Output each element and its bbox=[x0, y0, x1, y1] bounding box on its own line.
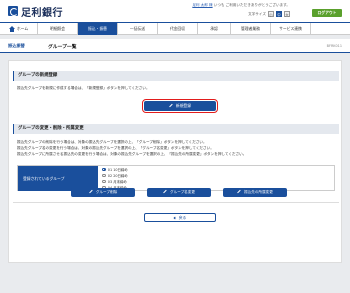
section-new-desc: 振込先グループを新規に作成する場合は、「新規登録」ボタンを押してください。 bbox=[17, 86, 150, 90]
nav-bulk-transmission[interactable]: 一括伝送 bbox=[118, 23, 158, 35]
section-edit-desc-2: 振込先グループ名の変更を行う場合は、対象の振込先グループを選択の上、「グループ名… bbox=[17, 146, 214, 150]
group-actions: グループ削除 グループ名変更 振込先の所属変更 bbox=[71, 188, 287, 197]
bank-name: 足利銀行 bbox=[21, 7, 63, 19]
breadcrumb: 振込振替 bbox=[8, 43, 25, 48]
global-nav: ホーム 明細照会 振込・振替 一括伝送 代金回収 承認 管理者業務 サービス連携 bbox=[0, 22, 350, 35]
pencil-icon bbox=[169, 104, 173, 108]
main-panel: グループの新規登録 振込先グループを新規に作成する場合は、「新規登録」ボタンを押… bbox=[8, 60, 342, 263]
nav-home[interactable]: ホーム bbox=[0, 23, 38, 35]
font-size-large[interactable]: 大 bbox=[284, 11, 290, 17]
section-edit-desc-3: 振込先グループに所属させる振込先の変更を行う場合は、対象の振込先グループを選択の… bbox=[17, 152, 247, 156]
chevron-left-icon bbox=[173, 216, 177, 220]
pencil-icon bbox=[163, 190, 167, 194]
trash-icon bbox=[88, 190, 93, 194]
screen-id: BFRK011 bbox=[326, 44, 342, 48]
header: 足利銀行 足利 太郎 様 いつも ご利用いただきありがとうございます。 文字サイ… bbox=[0, 0, 350, 22]
nav-admin[interactable]: 管理者業務 bbox=[231, 23, 271, 35]
new-registration-button[interactable]: 新規登録 bbox=[141, 98, 219, 114]
radio-icon[interactable] bbox=[102, 173, 106, 178]
bank-logo[interactable]: 足利銀行 bbox=[8, 4, 63, 19]
page-title: グループ一覧 bbox=[48, 45, 77, 50]
group-delete-button[interactable]: グループ削除 bbox=[71, 188, 135, 197]
radio-icon[interactable] bbox=[102, 167, 106, 172]
group-radio-1[interactable]: 01 10日締め bbox=[102, 167, 128, 172]
membership-change-button[interactable]: 振込先の所属変更 bbox=[223, 188, 287, 197]
section-new-heading: グループの新規登録 bbox=[13, 71, 339, 81]
group-radio-2[interactable]: 02 20日締め bbox=[102, 173, 128, 178]
nav-transfer[interactable]: 振込・振替 bbox=[78, 23, 118, 35]
radio-icon[interactable] bbox=[102, 179, 106, 184]
home-icon bbox=[8, 26, 15, 32]
group-radio-3[interactable]: 03 月末締め bbox=[102, 179, 127, 184]
nav-approval[interactable]: 承認 bbox=[198, 23, 231, 35]
user-name[interactable]: 足利 太郎 様 bbox=[192, 3, 212, 7]
nav-statements[interactable]: 明細照会 bbox=[38, 23, 78, 35]
logout-button[interactable]: ログアウト bbox=[312, 9, 342, 17]
nav-service-link[interactable]: サービス連携 bbox=[271, 23, 311, 35]
font-size-small[interactable]: 小 bbox=[268, 11, 274, 17]
bank-logo-icon bbox=[8, 6, 18, 16]
section-edit-desc-1: 振込先グループの削除を行う場合は、対象の振込先グループを選択の上、「グループ削除… bbox=[17, 140, 207, 144]
font-size-switcher: 文字サイズ 小 中 大 bbox=[248, 11, 290, 17]
pencil-icon bbox=[237, 190, 241, 194]
back-button[interactable]: 戻る bbox=[144, 213, 216, 222]
font-size-medium[interactable]: 中 bbox=[276, 11, 282, 17]
font-size-label: 文字サイズ bbox=[248, 11, 266, 16]
greeting: 足利 太郎 様 いつも ご利用いただきありがとうございます。 bbox=[192, 3, 290, 7]
page-titlebar: 振込振替 グループ一覧 BFRK011 bbox=[0, 39, 350, 53]
divider bbox=[13, 202, 339, 203]
group-rename-button[interactable]: グループ名変更 bbox=[147, 188, 211, 197]
nav-collection[interactable]: 代金回収 bbox=[158, 23, 198, 35]
section-edit-heading: グループの変更・削除・所属変更 bbox=[13, 124, 339, 134]
